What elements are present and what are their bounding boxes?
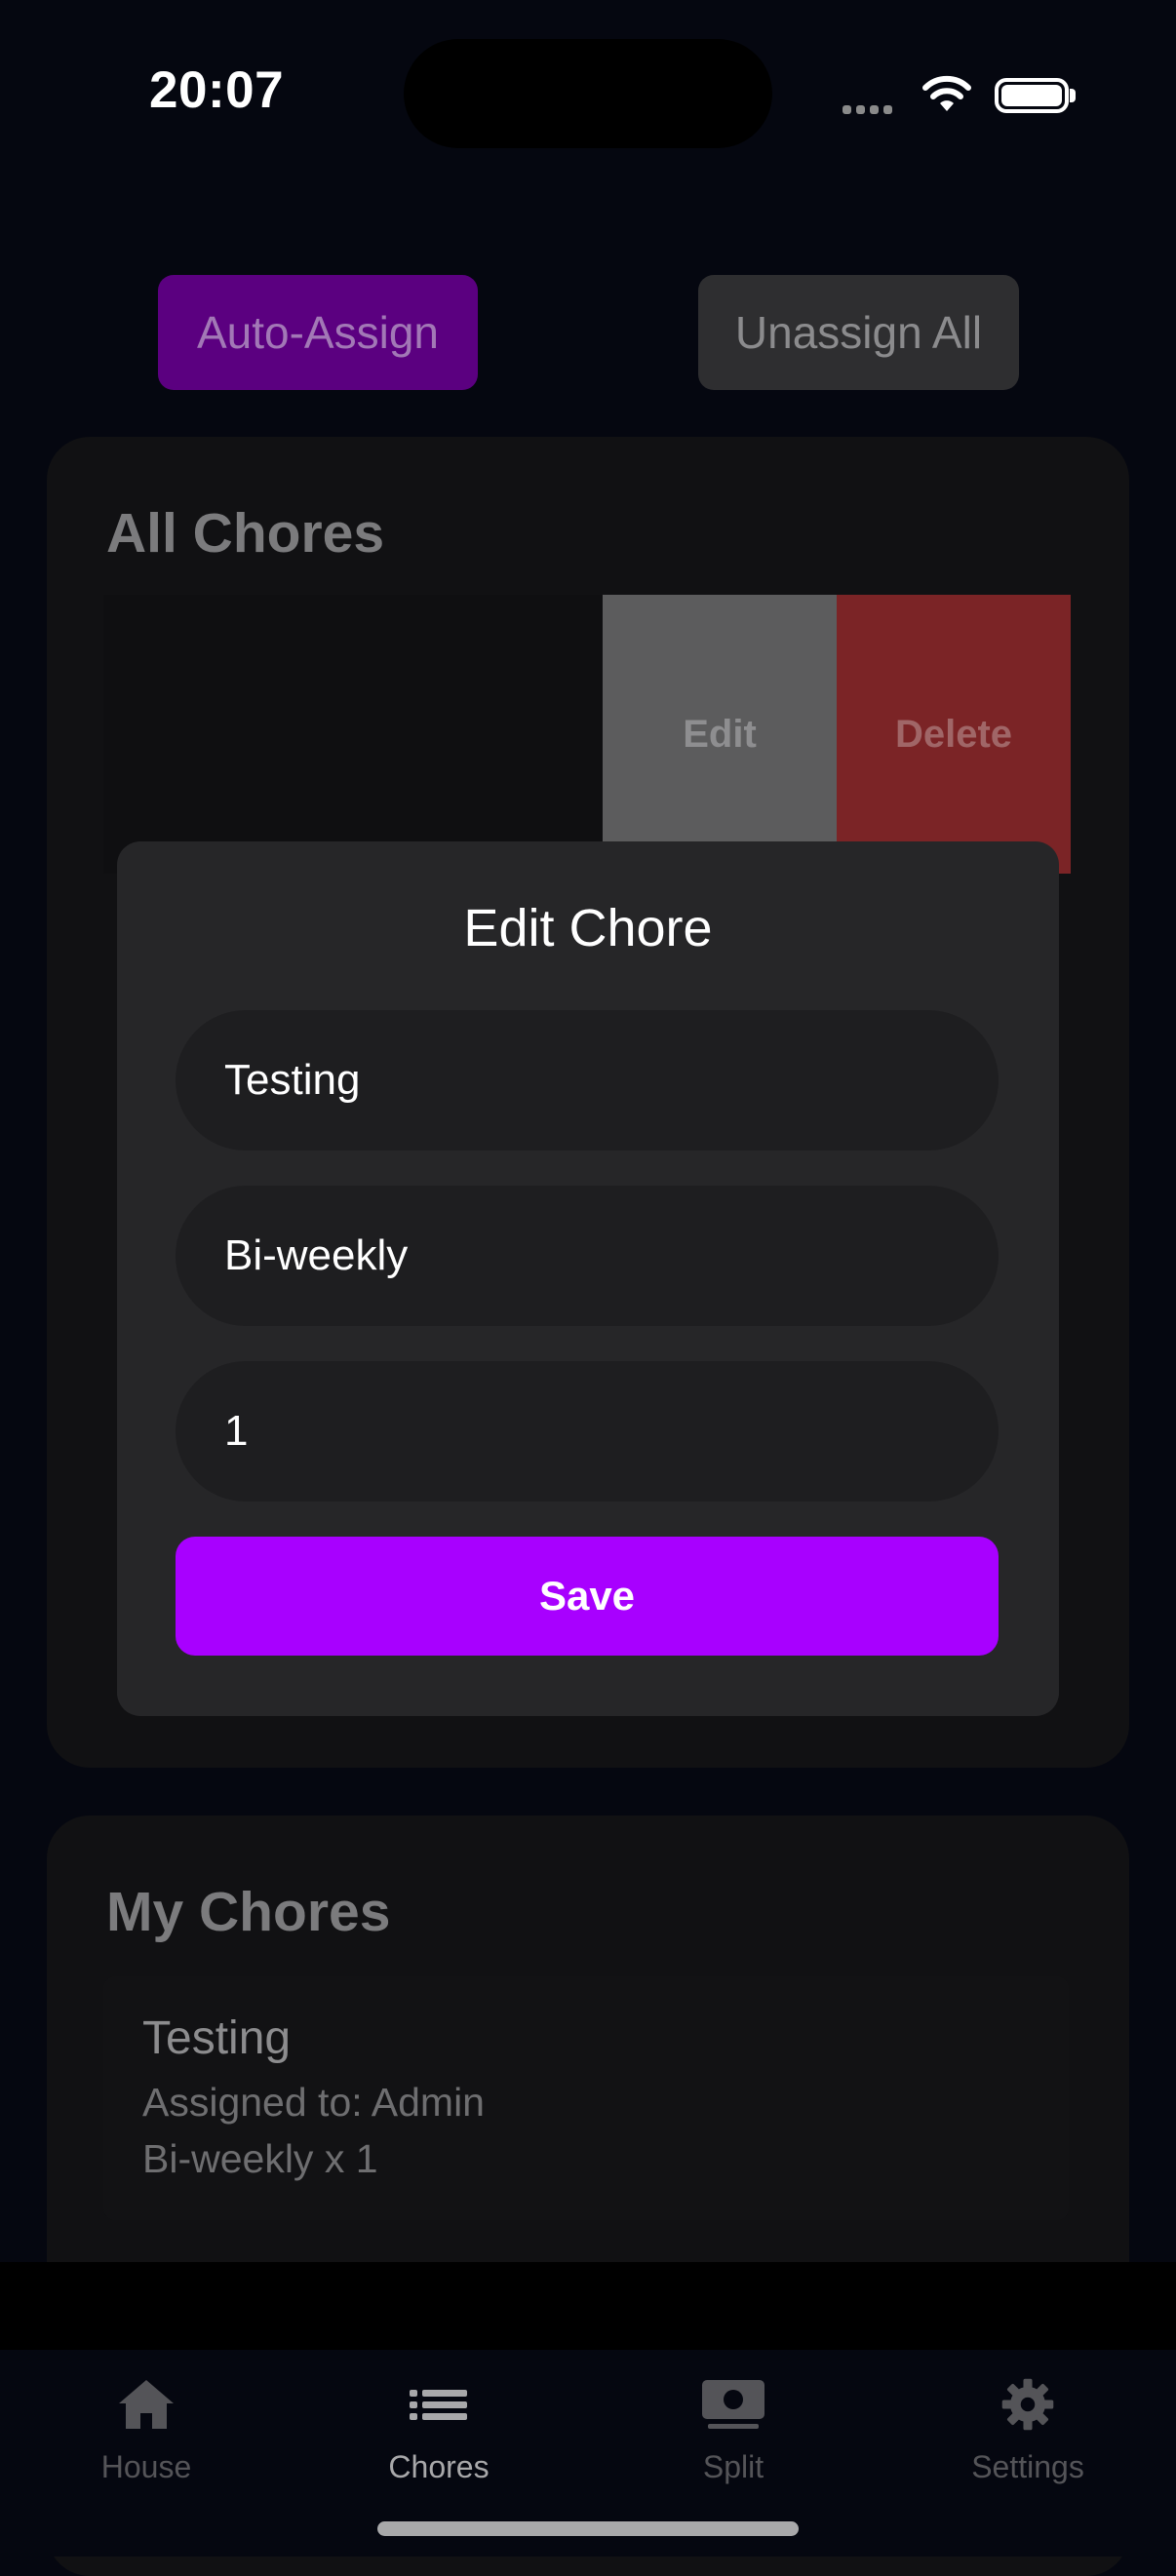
chore-row[interactable] [103,595,603,874]
all-chores-title: All Chores [106,502,385,565]
swipe-delete-button[interactable]: Delete [837,595,1071,874]
modal-title: Edit Chore [463,899,713,957]
chore-frequency-field[interactable] [176,1186,999,1326]
unassign-all-button[interactable]: Unassign All [698,275,1019,390]
chore-name-input[interactable] [224,1056,999,1105]
house-icon [115,2376,177,2438]
gear-icon [997,2376,1059,2438]
my-chores-title: My Chores [106,1881,391,1943]
auto-assign-button[interactable]: Auto-Assign [158,275,478,390]
chore-name-field[interactable] [176,1010,999,1151]
battery-icon [995,78,1069,113]
status-time: 20:07 [149,61,285,119]
list-icon [408,2376,470,2438]
tab-bar: House Chores Split Settings [0,2262,1176,2556]
tab-chores[interactable]: Chores [332,2376,546,2485]
chore-frequency: Bi-weekly x 1 [142,2136,378,2181]
tab-house-label: House [100,2449,192,2484]
tab-split-label: Split [702,2449,764,2484]
dynamic-island [404,39,772,148]
tab-settings[interactable]: Settings [921,2376,1135,2485]
chore-assignee: Assigned to: Admin [142,2080,485,2125]
save-button[interactable]: Save [176,1537,999,1656]
tab-chores-label: Chores [388,2449,490,2484]
chore-quantity-field[interactable] [176,1361,999,1502]
swipe-edit-button[interactable]: Edit [603,595,837,874]
wifi-icon [921,74,972,118]
signal-icon [843,101,901,115]
money-icon [698,2376,768,2438]
home-indicator[interactable] [377,2521,799,2536]
chore-frequency-input[interactable] [224,1231,999,1280]
chore-quantity-input[interactable] [224,1407,999,1456]
tab-split[interactable]: Split [626,2376,841,2485]
list-item[interactable]: Testing Assigned to: Admin Bi-weekly x 1 [103,1976,1069,2220]
tab-settings-label: Settings [971,2449,1084,2484]
edit-chore-modal: Edit Chore Save [117,841,1059,1716]
tab-house[interactable]: House [39,2376,254,2485]
battery-cap [1070,89,1076,102]
chore-name: Testing [142,2012,292,2064]
